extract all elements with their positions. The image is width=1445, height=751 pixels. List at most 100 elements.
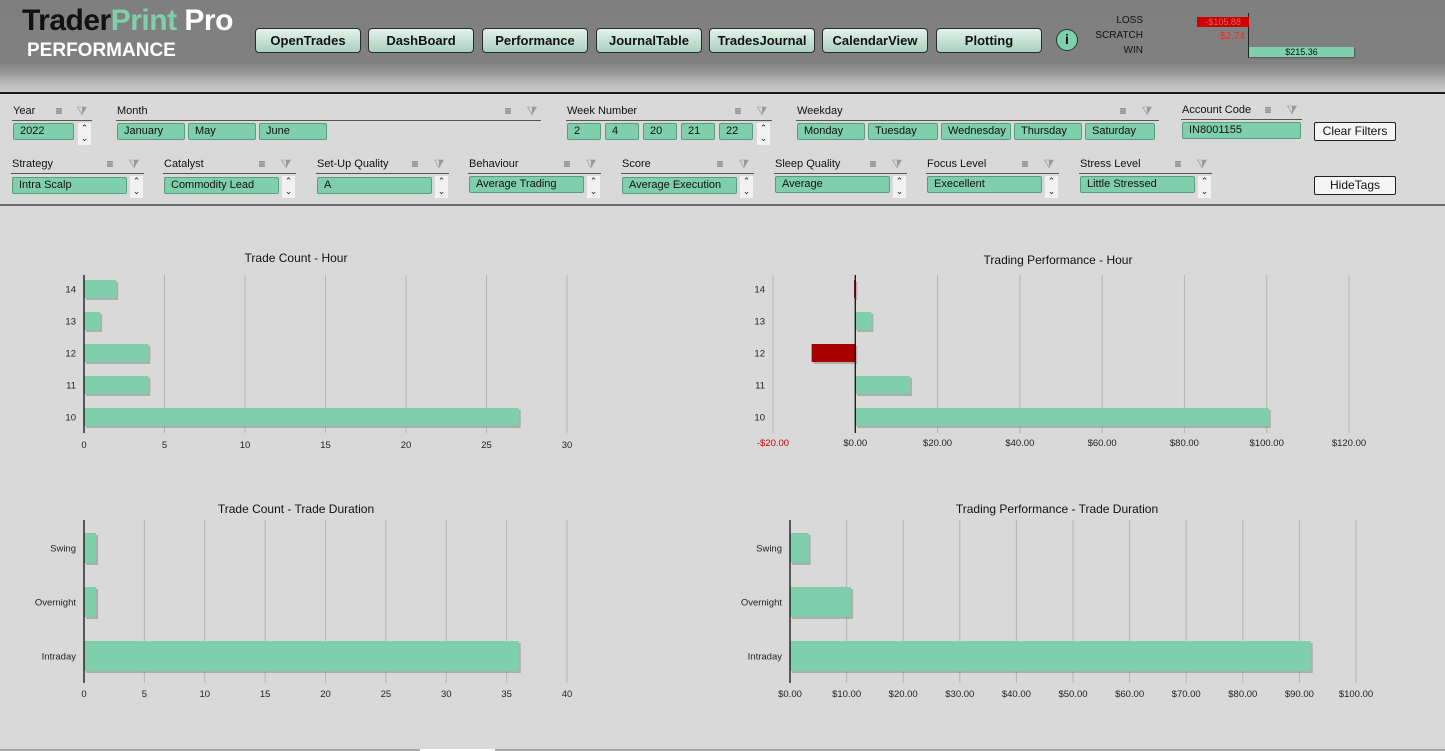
multiselect-icon[interactable]: ≡	[501, 104, 515, 118]
filter-stress-level-chip[interactable]: Little Stressed	[1080, 176, 1195, 193]
filter-sleep-quality-chip[interactable]: Average	[775, 176, 890, 193]
filter-week-chip[interactable]: 4	[605, 123, 639, 140]
bar	[84, 376, 149, 394]
filter-weekday-chip[interactable]: Saturday	[1085, 123, 1155, 140]
bar	[84, 280, 117, 298]
filter-behaviour-chip[interactable]: Average Trading	[469, 176, 584, 193]
filter-setup-quality-chip[interactable]: A	[317, 177, 432, 194]
filter-strategy-chip[interactable]: Intra Scalp	[12, 177, 127, 194]
summary-loss-label: LOSS	[1116, 15, 1143, 26]
y-category-label: 12	[65, 349, 76, 360]
scroll-spinner[interactable]: ⌃ ⌄	[893, 176, 906, 198]
x-tick-label: $80.00	[1170, 438, 1199, 449]
multiselect-icon[interactable]: ≡	[1261, 103, 1275, 117]
bar	[84, 587, 97, 617]
y-category-label: Overnight	[741, 598, 783, 609]
filter-focus-level-chip[interactable]: Execellent	[927, 176, 1042, 193]
nav-performance-button[interactable]: Performance	[482, 28, 588, 53]
clear-filters-button[interactable]: Clear Filters	[1314, 122, 1396, 141]
clear-filter-icon[interactable]: ⧩	[75, 104, 89, 118]
filter-catalyst-chip[interactable]: Commodity Lead	[164, 177, 279, 194]
filter-week-chip[interactable]: 21	[681, 123, 715, 140]
clear-filter-icon[interactable]: ⧩	[1195, 157, 1209, 171]
scroll-spinner[interactable]: ⌃ ⌄	[130, 176, 143, 198]
filter-weekday-chip[interactable]: Tuesday	[868, 123, 938, 140]
nav-dashboard-button[interactable]: DashBoard	[368, 28, 474, 53]
y-category-label: 11	[755, 381, 765, 392]
scroll-spinner[interactable]: ⌃ ⌄	[1198, 176, 1211, 198]
summary-loss-bar: -$105.88	[1197, 17, 1249, 27]
clear-filter-icon[interactable]: ⧩	[525, 104, 539, 118]
filter-weekday-chip[interactable]: Monday	[797, 123, 865, 140]
hide-tags-button[interactable]: HideTags	[1314, 176, 1396, 195]
x-tick-label: $40.00	[1005, 438, 1034, 449]
multiselect-icon[interactable]: ≡	[731, 104, 745, 118]
nav-open-trades-button[interactable]: OpenTrades	[255, 28, 361, 53]
x-tick-label: $70.00	[1172, 689, 1201, 700]
clear-filter-icon[interactable]: ⧩	[279, 157, 293, 171]
bar	[855, 376, 911, 394]
clear-filter-icon[interactable]: ⧩	[127, 157, 141, 171]
scroll-spinner[interactable]: ⌃ ⌄	[1045, 176, 1058, 198]
scroll-spinner[interactable]: ⌃ ⌄	[435, 176, 448, 198]
clear-filter-icon[interactable]: ⧩	[737, 157, 751, 171]
summary-scratch-value: -$2.74	[1216, 31, 1245, 42]
multiselect-icon[interactable]: ≡	[1116, 104, 1130, 118]
clear-filter-icon[interactable]: ⧩	[584, 157, 598, 171]
bar	[855, 408, 1269, 426]
chart-title: Trading Performance - Trade Duration	[955, 502, 1159, 516]
scroll-spinner[interactable]: ⌃ ⌄	[740, 176, 753, 198]
nav-plotting-button[interactable]: Plotting	[936, 28, 1042, 53]
filter-month-chip[interactable]: June	[259, 123, 327, 140]
scroll-spinner[interactable]: ⌃ ⌄	[78, 123, 91, 145]
clear-filter-icon[interactable]: ⧩	[1042, 157, 1056, 171]
x-tick-label: 25	[481, 440, 492, 451]
multiselect-icon[interactable]: ≡	[103, 157, 117, 171]
multiselect-icon[interactable]: ≡	[866, 157, 880, 171]
logo-print: Print	[110, 4, 177, 37]
x-tick-label: $100.00	[1339, 689, 1373, 700]
x-tick-label: $60.00	[1115, 689, 1144, 700]
bar	[84, 408, 519, 426]
summary-win-bar: $215.36	[1249, 47, 1354, 57]
filter-weekday-chip[interactable]: Thursday	[1014, 123, 1082, 140]
multiselect-icon[interactable]: ≡	[1018, 157, 1032, 171]
bar	[84, 312, 101, 330]
bar-shadow	[856, 282, 858, 300]
clear-filter-icon[interactable]: ⧩	[755, 104, 769, 118]
multiselect-icon[interactable]: ≡	[408, 157, 422, 171]
scroll-spinner[interactable]: ⌃ ⌄	[282, 176, 295, 198]
clear-filter-icon[interactable]: ⧩	[432, 157, 446, 171]
nav-calendar-view-button[interactable]: CalendarView	[822, 28, 928, 53]
filter-year-chip[interactable]: 2022	[13, 123, 74, 140]
y-category-label: 10	[754, 413, 765, 424]
multiselect-icon[interactable]: ≡	[52, 104, 66, 118]
filter-weekday-chip[interactable]: Wednesday	[941, 123, 1011, 140]
clear-filter-icon[interactable]: ⧩	[1285, 103, 1299, 117]
filter-week-chip[interactable]: 20	[643, 123, 677, 140]
filter-score-chip[interactable]: Average Execution	[622, 177, 737, 194]
filter-week-chip[interactable]: 2	[567, 123, 601, 140]
x-tick-label: 25	[381, 689, 392, 700]
multiselect-icon[interactable]: ≡	[560, 157, 574, 171]
clear-filter-icon[interactable]: ⧩	[890, 157, 904, 171]
filter-week-chip[interactable]: 22	[719, 123, 753, 140]
nav-journal-table-button[interactable]: JournalTable	[596, 28, 702, 53]
scroll-spinner[interactable]: ⌃ ⌄	[587, 176, 600, 198]
filter-month-chip[interactable]: January	[117, 123, 185, 140]
filter-account-code-chip[interactable]: IN8001155	[1182, 122, 1301, 139]
nav-trades-journal-button[interactable]: TradesJournal	[709, 28, 815, 53]
page-subtitle: PERFORMANCE	[27, 40, 176, 61]
clear-filter-icon[interactable]: ⧩	[1140, 104, 1154, 118]
logo-trader: Trader	[22, 4, 111, 37]
filter-month-chip[interactable]: May	[188, 123, 256, 140]
scroll-spinner[interactable]: ⌃ ⌄	[757, 123, 770, 145]
x-tick-label: 35	[501, 689, 512, 700]
x-tick-label: $50.00	[1058, 689, 1087, 700]
x-tick-label: 15	[260, 689, 271, 700]
y-category-label: Swing	[50, 544, 76, 555]
multiselect-icon[interactable]: ≡	[1171, 157, 1185, 171]
multiselect-icon[interactable]: ≡	[255, 157, 269, 171]
filter-month-label: Month	[117, 105, 148, 117]
multiselect-icon[interactable]: ≡	[713, 157, 727, 171]
